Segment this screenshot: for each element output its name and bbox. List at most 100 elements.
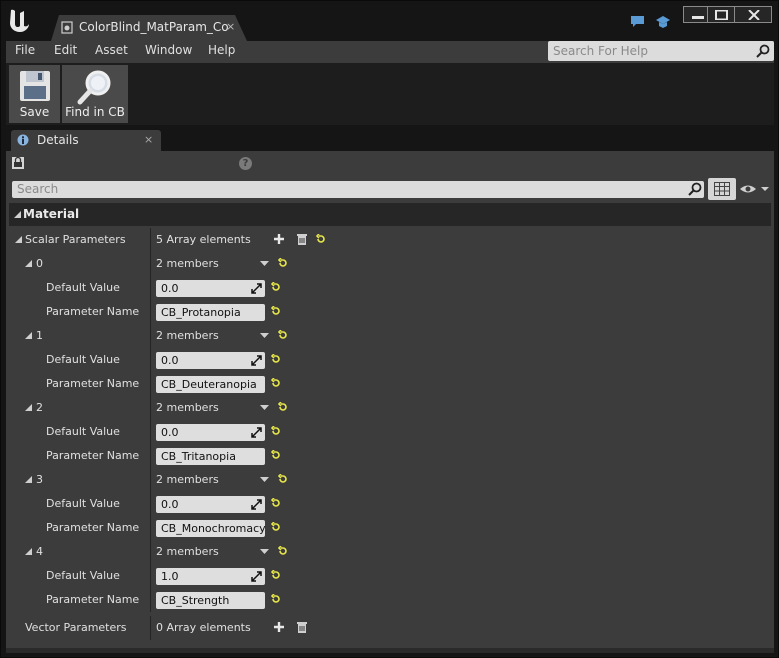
chevron-down-icon[interactable] <box>260 261 269 267</box>
lock-selection-icon[interactable] <box>11 156 25 170</box>
column-divider[interactable] <box>150 468 151 492</box>
reset-to-default-icon[interactable] <box>278 330 288 340</box>
close-window-button[interactable] <box>734 6 772 23</box>
parameter-name-input[interactable]: CB_Monochromacy <box>156 520 266 537</box>
column-divider[interactable] <box>150 616 151 640</box>
column-divider[interactable] <box>150 444 151 468</box>
reset-to-default-icon[interactable] <box>271 378 281 388</box>
reset-to-default-icon[interactable] <box>271 522 281 532</box>
chevron-down-icon[interactable] <box>260 405 269 411</box>
parameter-name-input[interactable]: CB_Tritanopia <box>156 448 265 465</box>
column-divider[interactable] <box>150 540 151 564</box>
default-value-input[interactable]: 0.0 <box>156 352 265 369</box>
reset-to-default-icon[interactable] <box>316 234 326 244</box>
chat-bubble-icon[interactable] <box>630 15 646 29</box>
reset-to-default-icon[interactable] <box>271 594 281 604</box>
chevron-down-icon[interactable] <box>260 333 269 339</box>
reset-to-default-icon[interactable] <box>271 450 281 460</box>
column-divider[interactable] <box>150 564 151 588</box>
expand-arrow-icon[interactable] <box>25 260 32 267</box>
array-element-row: 2 2 members <box>9 396 771 420</box>
find-in-content-browser-button[interactable]: Find in CB <box>62 65 128 123</box>
reset-to-default-icon[interactable] <box>271 498 281 508</box>
reset-to-default-icon[interactable] <box>271 570 281 580</box>
drag-slider-icon[interactable] <box>251 355 262 366</box>
parameter-name-row: Parameter Name CB_Monochromacy <box>9 516 771 540</box>
column-divider[interactable] <box>150 420 151 444</box>
chevron-down-icon[interactable] <box>260 477 269 483</box>
add-element-icon[interactable] <box>273 233 285 245</box>
menu-asset[interactable]: Asset <box>95 43 128 57</box>
chevron-down-icon[interactable] <box>260 549 269 555</box>
parameter-name-input[interactable]: CB_Strength <box>156 592 265 609</box>
parameter-name-input[interactable]: CB_Protanopia <box>156 304 265 321</box>
reset-to-default-icon[interactable] <box>271 354 281 364</box>
parameter-name-row: Parameter Name CB_Tritanopia <box>9 444 771 468</box>
reset-to-default-icon[interactable] <box>271 306 281 316</box>
parameter-name-row: Parameter Name CB_Strength <box>9 588 771 612</box>
expand-arrow-icon[interactable] <box>25 332 32 339</box>
member-count: 2 members <box>156 545 219 558</box>
reset-to-default-icon[interactable] <box>271 426 281 436</box>
delete-all-icon[interactable] <box>296 621 308 633</box>
column-divider[interactable] <box>150 324 151 348</box>
search-icon <box>756 44 770 58</box>
close-tab-icon[interactable]: × <box>226 20 235 33</box>
help-search-placeholder: Search For Help <box>553 44 648 58</box>
column-divider[interactable] <box>150 276 151 300</box>
default-value-input[interactable]: 0.0 <box>156 496 265 513</box>
unreal-logo-icon[interactable] <box>7 6 33 34</box>
property-label: Vector Parameters <box>25 621 127 634</box>
save-button[interactable]: Save <box>9 65 60 123</box>
reset-to-default-icon[interactable] <box>271 282 281 292</box>
default-value-input[interactable]: 1.0 <box>156 568 265 585</box>
drag-slider-icon[interactable] <box>251 427 262 438</box>
column-divider[interactable] <box>150 396 151 420</box>
column-divider[interactable] <box>150 348 151 372</box>
drag-slider-icon[interactable] <box>251 283 262 294</box>
graduation-cap-icon[interactable] <box>655 15 671 29</box>
property-matrix-button[interactable] <box>708 178 736 200</box>
add-element-icon[interactable] <box>273 621 285 633</box>
drag-slider-icon[interactable] <box>251 571 262 582</box>
view-options-eye-icon[interactable] <box>739 183 775 195</box>
menu-edit[interactable]: Edit <box>54 43 77 57</box>
asset-document-tab[interactable]: ColorBlind_MatParam_Col × <box>51 15 247 41</box>
maximize-button[interactable] <box>707 6 735 23</box>
menu-help[interactable]: Help <box>208 43 235 57</box>
details-panel-tab[interactable]: Details × <box>11 130 161 151</box>
expand-arrow-icon[interactable] <box>25 404 32 411</box>
expand-arrow-icon[interactable] <box>25 548 32 555</box>
menu-file[interactable]: File <box>15 43 35 57</box>
help-question-icon[interactable]: ? <box>239 157 252 170</box>
expand-arrow-icon[interactable] <box>15 236 22 243</box>
column-divider[interactable] <box>150 252 151 276</box>
details-search-input[interactable]: Search <box>12 181 704 198</box>
property-label: Parameter Name <box>46 377 140 390</box>
default-value-input[interactable]: 0.0 <box>156 280 265 297</box>
column-divider[interactable] <box>150 588 151 612</box>
expand-arrow-icon[interactable] <box>25 476 32 483</box>
delete-all-icon[interactable] <box>296 233 308 245</box>
help-search-input[interactable]: Search For Help <box>548 41 774 61</box>
horizontal-scrollbar[interactable] <box>6 648 774 653</box>
drag-slider-icon[interactable] <box>251 499 262 510</box>
reset-to-default-icon[interactable] <box>278 474 288 484</box>
material-asset-icon <box>61 21 73 34</box>
default-value: 0.0 <box>161 354 179 367</box>
column-divider[interactable] <box>150 492 151 516</box>
parameter-name-value: CB_Tritanopia <box>161 450 236 463</box>
menu-window[interactable]: Window <box>145 43 192 57</box>
column-divider[interactable] <box>150 300 151 324</box>
reset-to-default-icon[interactable] <box>278 546 288 556</box>
column-divider[interactable] <box>150 372 151 396</box>
column-divider[interactable] <box>150 228 151 252</box>
default-value-input[interactable]: 0.0 <box>156 424 265 441</box>
column-divider[interactable] <box>150 516 151 540</box>
find-label: Find in CB <box>65 105 125 119</box>
parameter-name-input[interactable]: CB_Deuteranopia <box>156 376 265 393</box>
reset-to-default-icon[interactable] <box>278 258 288 268</box>
close-details-tab-icon[interactable]: × <box>144 133 153 146</box>
reset-to-default-icon[interactable] <box>278 402 288 412</box>
material-category-header[interactable]: Material <box>9 203 771 226</box>
